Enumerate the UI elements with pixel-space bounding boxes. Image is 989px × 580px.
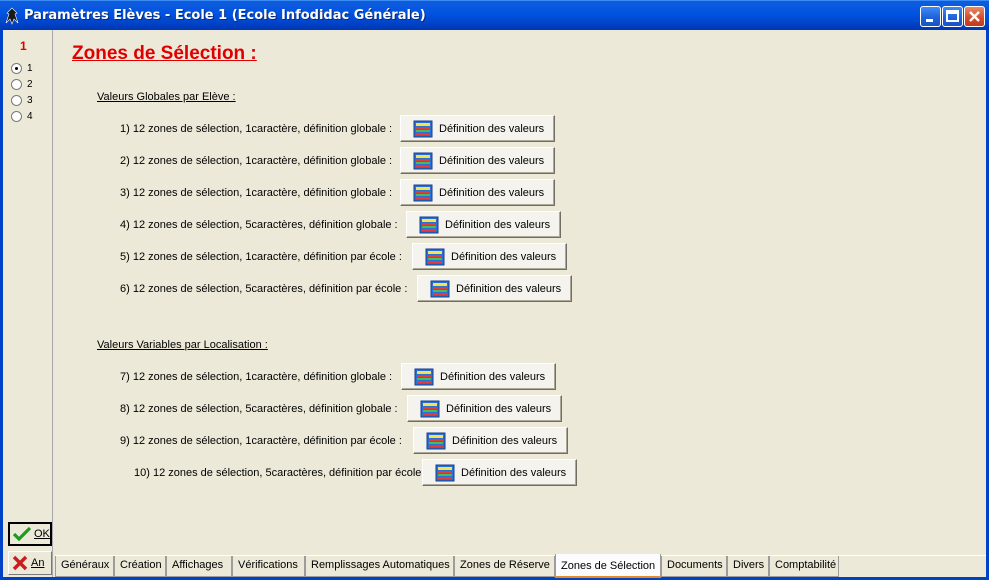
definition-values-button[interactable]: Définition des valeurs bbox=[422, 459, 577, 486]
radio-label: 3 bbox=[27, 94, 33, 106]
definition-button-label: Définition des valeurs bbox=[445, 218, 551, 231]
tab-label: Divers bbox=[733, 559, 765, 571]
cancel-label: An bbox=[31, 557, 45, 569]
section-variable-label: Valeurs Variables par Localisation : bbox=[97, 339, 268, 351]
zone-row-label: 9) 12 zones de sélection, 1caractère, dé… bbox=[120, 435, 402, 447]
definition-values-button[interactable]: Définition des valeurs bbox=[406, 211, 561, 238]
zone-row-label: 1) 12 zones de sélection, 1caractère, dé… bbox=[120, 123, 393, 135]
tab-bar: Généraux Création Affichages Vérificatio… bbox=[55, 554, 986, 578]
definition-values-button[interactable]: Définition des valeurs bbox=[400, 115, 555, 142]
tab-label: Vérifications bbox=[238, 559, 298, 571]
zone-row-label: 10) 12 zones de sélection, 5caractères, … bbox=[134, 467, 428, 479]
table-edit-icon bbox=[420, 400, 440, 417]
tab-documents[interactable]: Documents bbox=[661, 556, 727, 577]
ok-button[interactable]: OK bbox=[8, 522, 52, 546]
zone-row-label: 2) 12 zones de sélection, 1caractère, dé… bbox=[120, 155, 393, 167]
definition-values-button[interactable]: Définition des valeurs bbox=[400, 147, 555, 174]
tab-divers[interactable]: Divers bbox=[727, 556, 769, 577]
minimize-button[interactable] bbox=[920, 6, 941, 27]
radio-option-2[interactable]: 2 bbox=[11, 77, 33, 91]
window-title: Paramètres Elèves - Ecole 1 (Ecole Infod… bbox=[24, 8, 426, 23]
tab-label: Création bbox=[120, 559, 162, 571]
tab-label: Zones de Sélection bbox=[561, 560, 656, 572]
table-edit-icon bbox=[430, 280, 450, 297]
tab-remplissages-automatiques[interactable]: Remplissages Automatiques bbox=[305, 556, 454, 577]
radio-option-3[interactable]: 3 bbox=[11, 93, 33, 107]
zone-row-label: 4) 12 zones de sélection, 5caractères, d… bbox=[120, 219, 398, 231]
definition-button-label: Définition des valeurs bbox=[440, 370, 546, 383]
definition-values-button[interactable]: Définition des valeurs bbox=[400, 179, 555, 206]
definition-button-label: Définition des valeurs bbox=[439, 154, 545, 167]
ok-label: OK bbox=[34, 528, 50, 540]
zone-row-label: 7) 12 zones de sélection, 1caractère, dé… bbox=[120, 371, 393, 383]
zone-row-label: 6) 12 zones de sélection, 5caractères, d… bbox=[120, 283, 408, 295]
tab-verifications[interactable]: Vérifications bbox=[232, 556, 305, 577]
tab-affichages[interactable]: Affichages bbox=[166, 556, 232, 577]
radio-label: 4 bbox=[27, 110, 33, 122]
radio-option-1[interactable]: 1 bbox=[11, 61, 33, 75]
definition-button-label: Définition des valeurs bbox=[439, 122, 545, 135]
tab-label: Affichages bbox=[172, 559, 224, 571]
zone-row-label: 8) 12 zones de sélection, 5caractères, d… bbox=[120, 403, 398, 415]
radio-button[interactable] bbox=[11, 110, 22, 122]
close-button[interactable] bbox=[964, 6, 985, 27]
tab-label: Zones de Réserve bbox=[460, 559, 550, 571]
tab-label: Généraux bbox=[61, 559, 110, 571]
definition-values-button[interactable]: Définition des valeurs bbox=[412, 243, 567, 270]
zone-row-label: 3) 12 zones de sélection, 1caractère, dé… bbox=[120, 187, 393, 199]
radio-option-4[interactable]: 4 bbox=[11, 109, 33, 123]
tab-label: Documents bbox=[667, 559, 723, 571]
definition-button-label: Définition des valeurs bbox=[451, 250, 557, 263]
definition-button-label: Définition des valeurs bbox=[439, 186, 545, 199]
app-icon bbox=[5, 7, 19, 25]
radio-button[interactable] bbox=[11, 94, 22, 106]
table-edit-icon bbox=[426, 432, 446, 449]
close-icon bbox=[969, 11, 980, 22]
definition-values-button[interactable]: Définition des valeurs bbox=[407, 395, 562, 422]
definition-values-button[interactable]: Définition des valeurs bbox=[401, 363, 556, 390]
definition-button-label: Définition des valeurs bbox=[461, 466, 567, 479]
main-content: Zones de Sélection : Valeurs Globales pa… bbox=[55, 30, 986, 554]
maximize-button[interactable] bbox=[942, 6, 963, 27]
table-edit-icon bbox=[413, 120, 433, 137]
table-edit-icon bbox=[425, 248, 445, 265]
table-edit-icon bbox=[435, 464, 455, 481]
radio-button[interactable] bbox=[11, 62, 22, 74]
maximize-icon bbox=[946, 10, 959, 22]
definition-values-button[interactable]: Définition des valeurs bbox=[413, 427, 568, 454]
checkmark-icon bbox=[13, 526, 31, 542]
section-global-label: Valeurs Globales par Elève : bbox=[97, 91, 236, 103]
definition-button-label: Définition des valeurs bbox=[446, 402, 552, 415]
zone-row-label: 5) 12 zones de sélection, 1caractère, dé… bbox=[120, 251, 402, 263]
title-bar[interactable]: Paramètres Elèves - Ecole 1 (Ecole Infod… bbox=[0, 0, 989, 30]
tab-creation[interactable]: Création bbox=[114, 556, 166, 577]
page-number: 1 bbox=[20, 39, 27, 53]
tab-zones-de-reserve[interactable]: Zones de Réserve bbox=[454, 556, 555, 577]
table-edit-icon bbox=[419, 216, 439, 233]
tab-label: Comptabilité bbox=[775, 559, 837, 571]
table-edit-icon bbox=[413, 184, 433, 201]
tab-generaux[interactable]: Généraux bbox=[55, 556, 114, 577]
tab-label: Remplissages Automatiques bbox=[311, 559, 450, 571]
definition-button-label: Définition des valeurs bbox=[456, 282, 562, 295]
radio-button[interactable] bbox=[11, 78, 22, 90]
side-panel: 1 1 2 3 4 OK An bbox=[3, 30, 53, 577]
page-title: Zones de Sélection : bbox=[72, 43, 257, 64]
minimize-icon bbox=[926, 19, 933, 22]
radio-label: 1 bbox=[27, 62, 33, 74]
cancel-button[interactable]: An bbox=[8, 551, 52, 575]
radio-label: 2 bbox=[27, 78, 33, 90]
cross-icon bbox=[12, 555, 28, 571]
definition-button-label: Définition des valeurs bbox=[452, 434, 558, 447]
tab-comptabilite[interactable]: Comptabilité bbox=[769, 556, 839, 577]
definition-values-button[interactable]: Définition des valeurs bbox=[417, 275, 572, 302]
table-edit-icon bbox=[414, 368, 434, 385]
tab-zones-de-selection[interactable]: Zones de Sélection bbox=[555, 554, 661, 578]
table-edit-icon bbox=[413, 152, 433, 169]
